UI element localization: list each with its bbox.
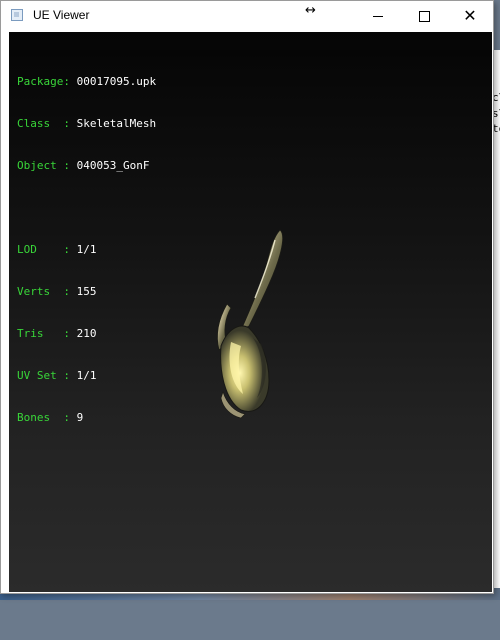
ue-viewer-window: UE Viewer ↔ ✕ Package: 00017095.upk Clas… [0,0,494,594]
uvset-value: 1/1 [76,369,97,382]
mesh-info-panel: Package: 00017095.upk Class : SkeletalMe… [17,47,156,453]
object-row: Object : 040053_GonF [17,159,150,172]
object-label: Object [17,159,64,172]
verts-label: Verts [17,285,64,298]
window-title: UE Viewer [33,8,90,22]
bones-row: Bones : 9 [17,411,84,424]
class-row: Class : SkeletalMesh [17,117,157,130]
tris-row: Tris : 210 [17,327,97,340]
resize-cursor-icon: ↔ [305,3,316,18]
package-label: Package [17,75,64,88]
uvset-label: UV Set [17,369,64,382]
uvset-row: UV Set : 1/1 [17,369,97,382]
lod-label: LOD [17,243,64,256]
tris-label: Tris [17,327,64,340]
minimize-icon [373,15,383,17]
bones-label: Bones [17,411,64,424]
verts-value: 155 [76,285,97,298]
app-window-icon[interactable] [11,9,23,21]
lod-row: LOD : 1/1 [17,243,97,256]
close-icon: ✕ [463,6,477,25]
bones-value: 9 [76,411,84,424]
verts-row: Verts : 155 [17,285,97,298]
maximize-button[interactable] [401,1,447,31]
3d-viewport[interactable]: Package: 00017095.upk Class : SkeletalMe… [9,32,492,592]
close-button[interactable]: ✕ [447,1,493,31]
package-row: Package: 00017095.upk [17,75,157,88]
title-bar[interactable]: UE Viewer ↔ ✕ [1,1,493,31]
skeletal-mesh-render[interactable] [197,222,297,422]
tris-value: 210 [76,327,97,340]
minimize-button[interactable] [355,1,401,31]
maximize-icon [418,10,430,22]
object-value: 040053_GonF [76,159,150,172]
lod-value: 1/1 [76,243,97,256]
package-value: 00017095.upk [76,75,157,88]
class-value: SkeletalMesh [76,117,157,130]
class-label: Class [17,117,64,130]
